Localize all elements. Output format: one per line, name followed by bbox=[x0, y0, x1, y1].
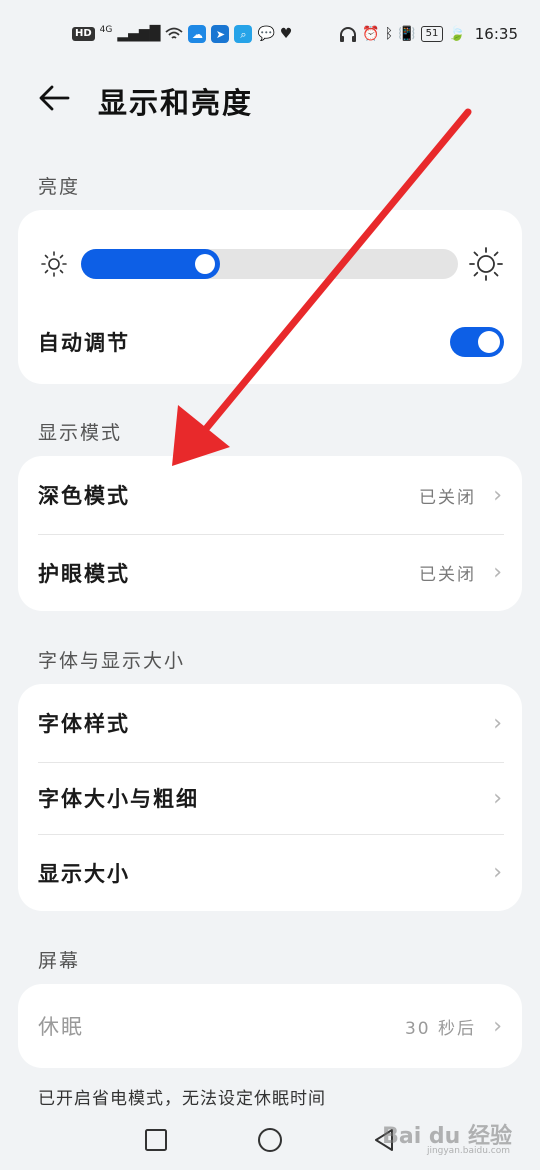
weather-app-icon: ☁ bbox=[188, 25, 207, 43]
chevron-right-icon: › bbox=[493, 482, 502, 508]
eye-comfort-label: 护眼模式 bbox=[38, 561, 130, 586]
wifi-icon bbox=[165, 27, 184, 41]
page-header: 显示和亮度 bbox=[0, 76, 540, 120]
auto-brightness-label: 自动调节 bbox=[38, 331, 130, 355]
page-title: 显示和亮度 bbox=[98, 86, 254, 120]
sleep-label: 休眠 bbox=[38, 1015, 84, 1039]
health-icon: ♥ bbox=[279, 26, 293, 42]
back-button[interactable] bbox=[36, 80, 72, 116]
headphones-icon bbox=[339, 26, 357, 42]
bluetooth-icon: ᛒ bbox=[384, 26, 394, 42]
high-brightness-icon bbox=[469, 247, 503, 281]
chevron-right-icon: › bbox=[493, 710, 502, 736]
status-bar-left: HD 4G ▂▄▆█ ☁ ➤ ⌕ 💬 ♥ bbox=[72, 25, 292, 43]
font-style-row[interactable]: 字体样式 › bbox=[18, 684, 522, 762]
chevron-right-icon: › bbox=[493, 560, 502, 585]
alarm-icon: ⏰ bbox=[362, 26, 380, 42]
display-mode-section-label: 显示模式 bbox=[38, 422, 123, 444]
dark-mode-label: 深色模式 bbox=[38, 484, 130, 508]
recent-apps-icon[interactable] bbox=[142, 1126, 170, 1154]
dark-mode-row[interactable]: 深色模式 已关闭 › bbox=[18, 456, 522, 534]
auto-brightness-row[interactable]: 自动调节 bbox=[18, 310, 522, 374]
brightness-section-label: 亮度 bbox=[38, 176, 81, 198]
signal-icon: ▂▄▆█ bbox=[117, 26, 161, 42]
screen-card: 休眠 30 秒后 › bbox=[18, 984, 522, 1068]
network-type: 4G bbox=[99, 24, 113, 35]
home-icon[interactable] bbox=[256, 1126, 284, 1154]
low-brightness-icon bbox=[41, 251, 67, 277]
chevron-right-icon: › bbox=[493, 860, 502, 885]
font-display-card: 字体样式 › 字体大小与粗细 › 显示大小 › bbox=[18, 684, 522, 911]
search-app-icon: ⌕ bbox=[234, 25, 253, 43]
message-icon: 💬 bbox=[257, 26, 275, 42]
screen-section-label: 屏幕 bbox=[38, 950, 81, 972]
status-bar: HD 4G ▂▄▆█ ☁ ➤ ⌕ 💬 ♥ ⏰ ᛒ 📳 51 🍃 16:35 bbox=[0, 0, 540, 68]
hd-badge: HD bbox=[72, 27, 95, 41]
eye-comfort-row[interactable]: 护眼模式 已关闭 › bbox=[18, 534, 522, 611]
dark-mode-value: 已关闭 bbox=[419, 487, 476, 508]
battery-indicator: 51 bbox=[420, 26, 444, 42]
eye-comfort-value: 已关闭 bbox=[419, 565, 476, 585]
brightness-card: 自动调节 bbox=[18, 210, 522, 384]
font-size-weight-label: 字体大小与粗细 bbox=[38, 787, 199, 811]
sleep-row: 休眠 30 秒后 › bbox=[18, 984, 522, 1068]
chevron-right-icon: › bbox=[493, 1013, 502, 1039]
font-display-section-label: 字体与显示大小 bbox=[38, 650, 186, 672]
font-size-weight-row[interactable]: 字体大小与粗细 › bbox=[18, 762, 522, 834]
back-arrow-icon bbox=[39, 85, 70, 111]
display-mode-card: 深色模式 已关闭 › 护眼模式 已关闭 › bbox=[18, 456, 522, 611]
status-time: 16:35 bbox=[474, 25, 518, 43]
font-style-label: 字体样式 bbox=[38, 712, 130, 736]
watermark-url: jingyan.baidu.com bbox=[426, 1146, 510, 1156]
sleep-value: 30 秒后 bbox=[404, 1018, 476, 1039]
chevron-right-icon: › bbox=[493, 785, 502, 811]
status-bar-right: ⏰ ᛒ 📳 51 🍃 16:35 bbox=[339, 25, 518, 43]
brightness-slider-thumb[interactable] bbox=[195, 254, 215, 274]
auto-brightness-toggle[interactable] bbox=[450, 327, 504, 357]
power-saving-note: 已开启省电模式，无法设定休眠时间 bbox=[38, 1089, 326, 1109]
display-size-label: 显示大小 bbox=[38, 861, 130, 886]
power-saving-leaf-icon: 🍃 bbox=[448, 26, 466, 42]
brightness-slider-row bbox=[18, 244, 522, 284]
vibrate-icon: 📳 bbox=[398, 26, 416, 42]
toggle-knob bbox=[478, 331, 500, 353]
navigation-app-icon: ➤ bbox=[211, 25, 230, 43]
brightness-slider[interactable] bbox=[81, 249, 458, 279]
display-size-row[interactable]: 显示大小 › bbox=[18, 834, 522, 911]
